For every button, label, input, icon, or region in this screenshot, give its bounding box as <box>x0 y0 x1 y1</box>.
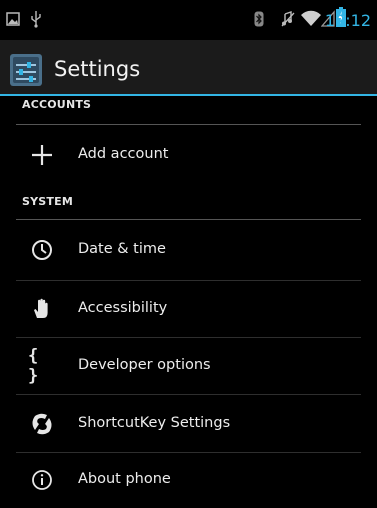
list-item-label: Developer options <box>78 357 211 373</box>
muted-icon <box>281 11 295 27</box>
list-divider <box>16 394 361 395</box>
hand-icon <box>28 295 56 323</box>
info-icon <box>28 466 56 494</box>
usb-icon <box>31 11 41 28</box>
list-item-label: Add account <box>78 146 169 162</box>
screenshot-icon <box>6 12 20 26</box>
shortcut-key-icon <box>28 410 56 438</box>
list-item-about-phone[interactable]: About phone <box>16 452 361 508</box>
status-bar: 12:12 <box>0 0 377 40</box>
section-header-accounts: ACCOUNTS <box>22 98 92 111</box>
page-title: Settings <box>54 57 141 81</box>
list-item-label: About phone <box>78 471 171 487</box>
wifi-icon <box>301 10 321 26</box>
braces-icon: { } <box>28 346 41 386</box>
clock-icon <box>28 236 56 264</box>
section-divider <box>16 219 361 220</box>
list-item-developer-options[interactable]: { } Developer options <box>16 338 361 394</box>
bluetooth-icon <box>254 11 264 27</box>
list-item-accessibility[interactable]: Accessibility <box>16 281 361 337</box>
section-divider <box>16 124 361 125</box>
list-item-label: ShortcutKey Settings <box>78 415 231 431</box>
list-item-shortcutkey-settings[interactable]: ShortcutKey Settings <box>16 396 361 452</box>
section-header-system: SYSTEM <box>22 195 73 208</box>
plus-icon <box>28 141 56 169</box>
action-bar: Settings <box>0 40 377 96</box>
list-item-label: Accessibility <box>78 300 168 316</box>
status-clock: 12:12 <box>324 11 371 30</box>
list-item-label: Date & time <box>78 241 166 257</box>
list-item-date-time[interactable]: Date & time <box>16 222 361 278</box>
list-item-add-account[interactable]: Add account <box>16 127 361 183</box>
settings-app-icon[interactable] <box>10 54 42 86</box>
